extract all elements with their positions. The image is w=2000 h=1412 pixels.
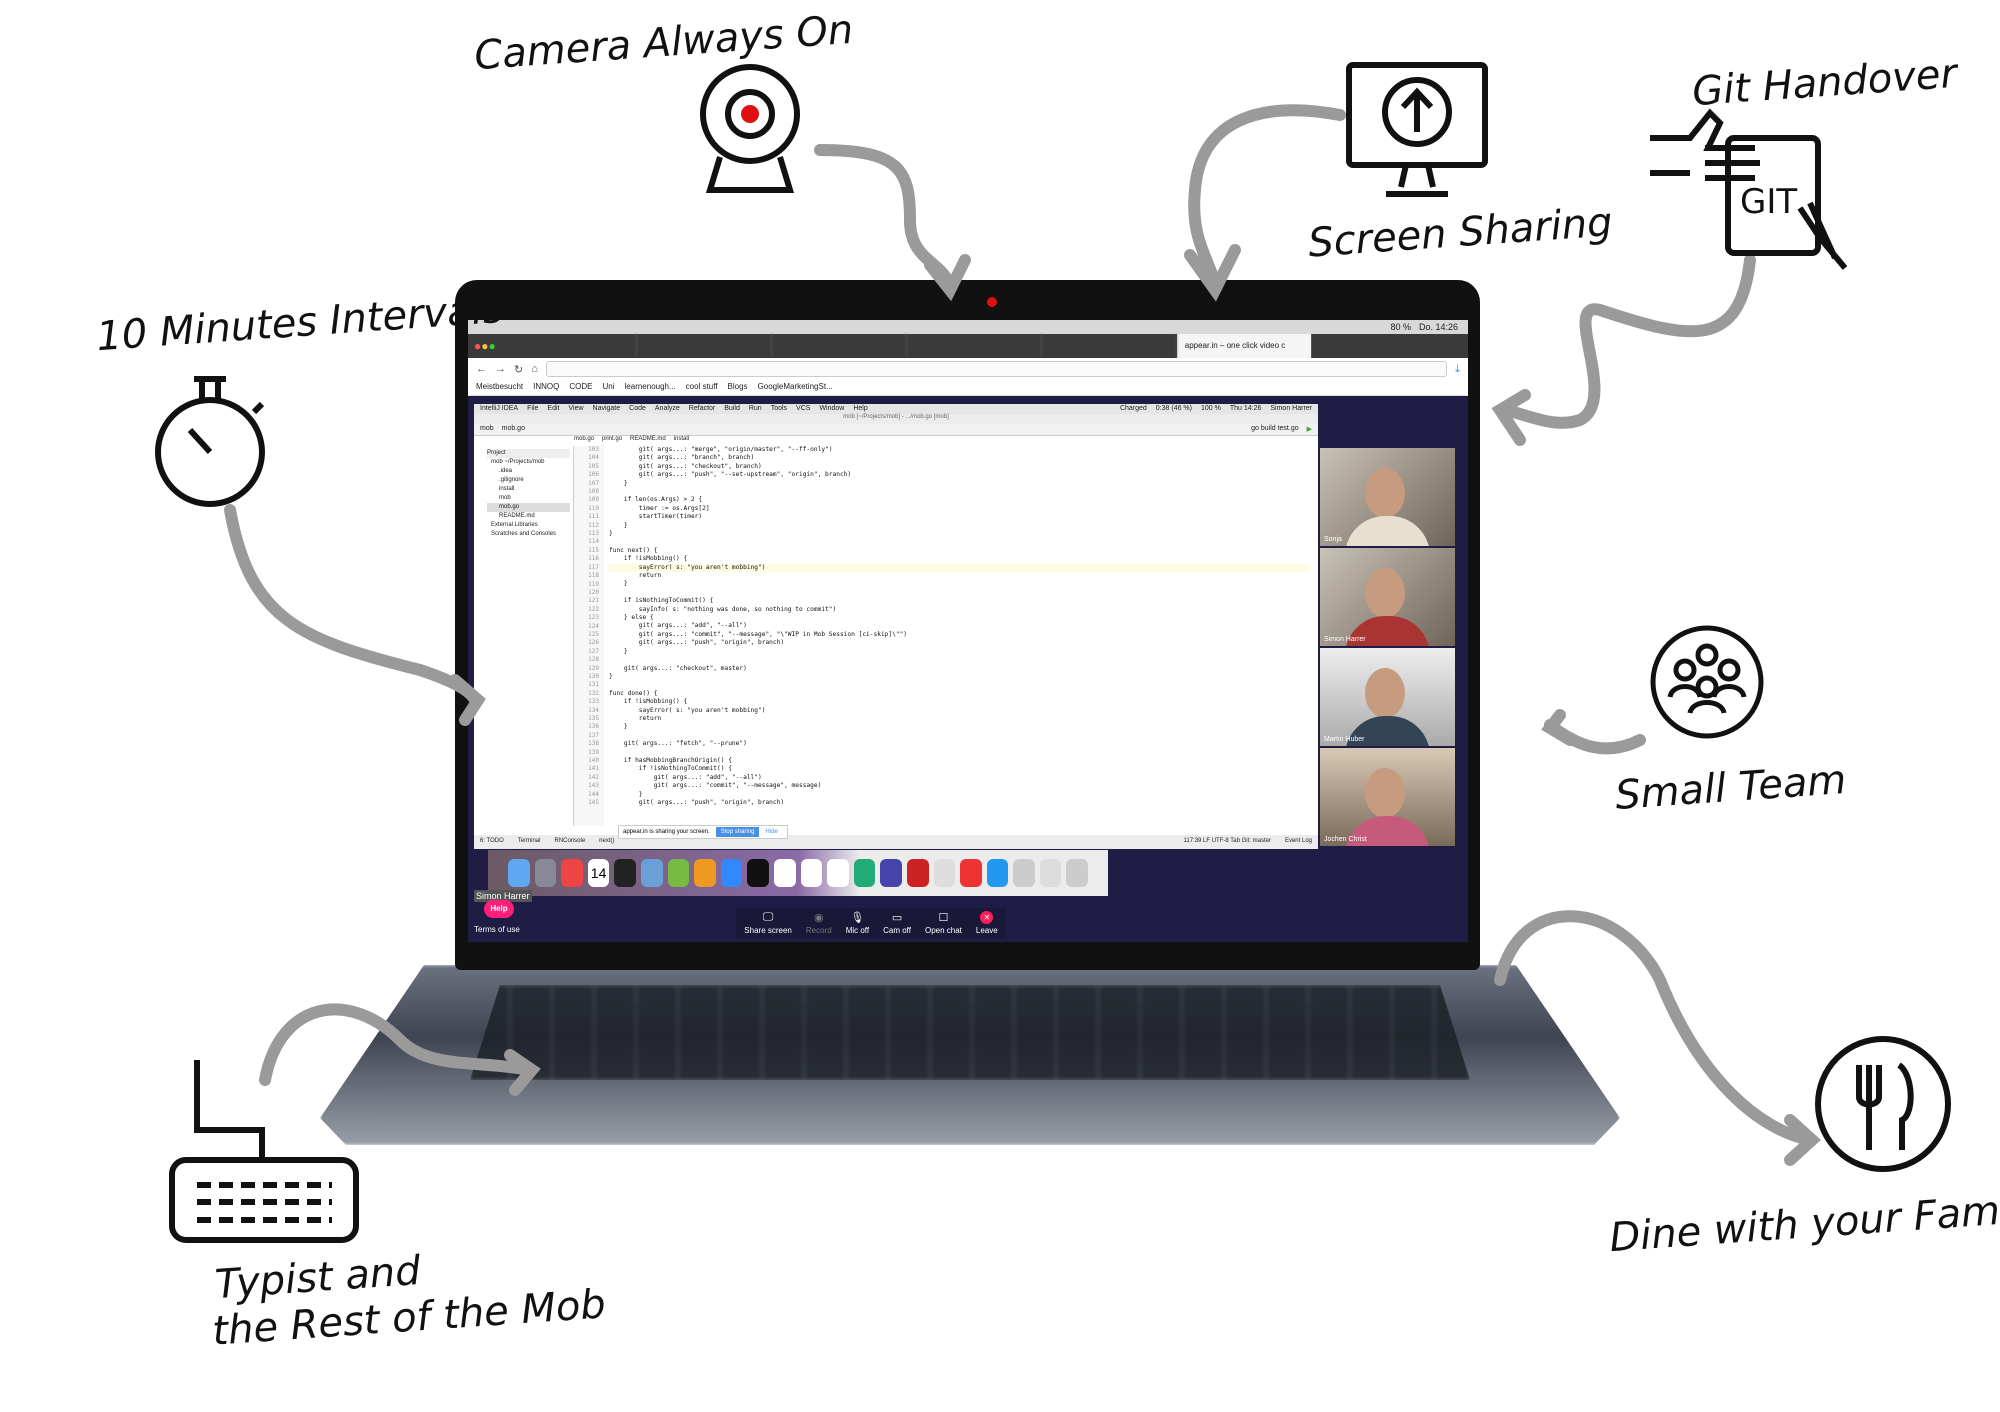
arrow-camera [814, 144, 971, 302]
arrow-git [1491, 254, 1756, 446]
monitor-upload-icon [1346, 62, 1488, 197]
stopwatch-icon [155, 376, 265, 507]
keyboard-icon [169, 1060, 359, 1243]
hand-git-icon: GIT [1650, 108, 1848, 270]
arrow-dine [1494, 910, 1821, 1166]
fork-knife-icon [1815, 1036, 1951, 1172]
arrow-timer [224, 504, 486, 726]
git-text: GIT [1740, 182, 1797, 222]
team-icon [1650, 625, 1764, 739]
webcam-icon [700, 64, 800, 193]
arrow-team [1541, 709, 1646, 755]
